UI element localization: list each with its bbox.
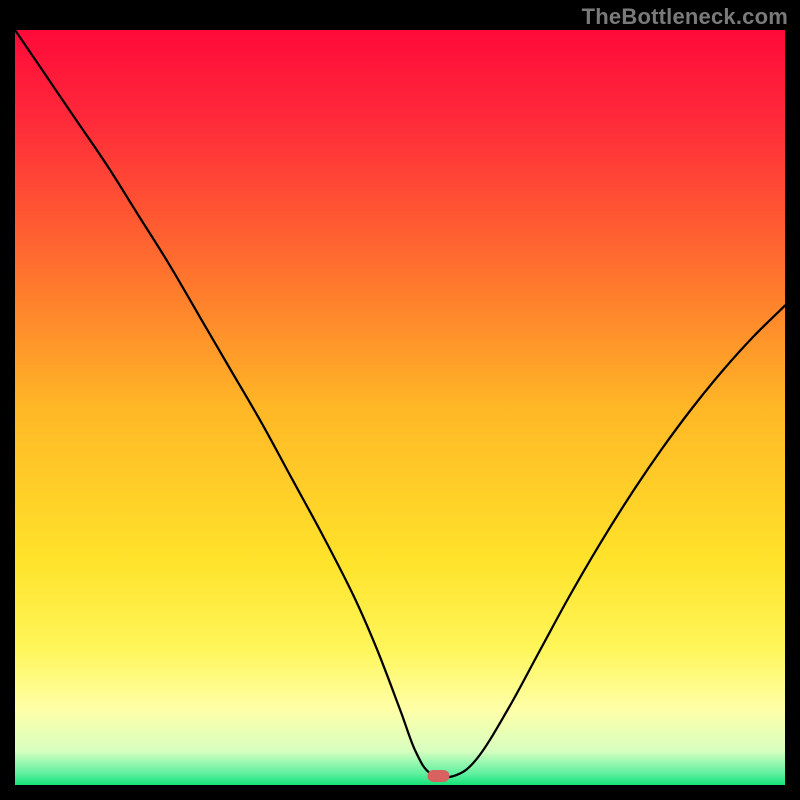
- heatmap-plot: [15, 30, 785, 785]
- chart-stage: TheBottleneck.com: [0, 0, 800, 800]
- gradient-background: [15, 30, 785, 785]
- watermark-text: TheBottleneck.com: [582, 4, 788, 30]
- plot-area: [15, 30, 785, 785]
- minimum-marker: [428, 770, 450, 782]
